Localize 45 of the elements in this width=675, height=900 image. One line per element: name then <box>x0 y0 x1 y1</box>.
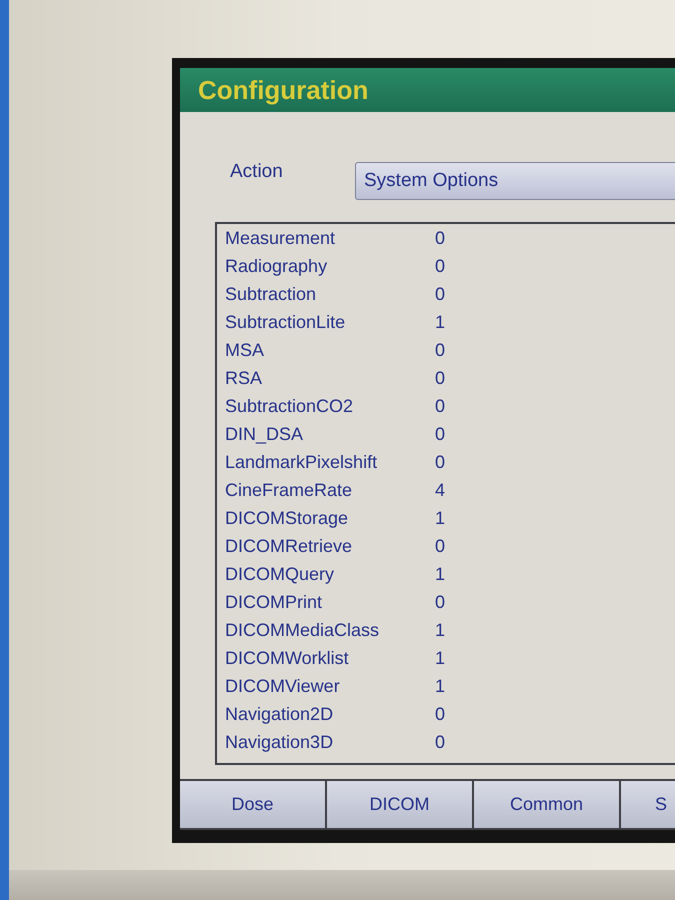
option-name: DIN_DSA <box>225 425 304 443</box>
option-name: DICOMMediaClass <box>225 621 380 639</box>
option-value: 0 <box>434 397 446 415</box>
option-value: 0 <box>434 705 446 723</box>
option-name: DICOMPrint <box>225 593 324 611</box>
option-name: DICOMQuery <box>225 565 336 583</box>
option-value: 4 <box>434 481 446 499</box>
option-name: SubtractionLite <box>225 313 346 331</box>
option-value: 0 <box>434 285 446 303</box>
option-value: 0 <box>434 257 446 275</box>
option-name: DICOMViewer <box>225 677 341 695</box>
option-name: DICOMRetrieve <box>225 537 354 555</box>
option-name: DICOMWorklist <box>225 649 350 667</box>
option-value: 1 <box>434 509 446 527</box>
option-name: Radiography <box>225 257 328 275</box>
footer-tab-button[interactable]: DICOM <box>327 781 472 828</box>
option-value: 1 <box>434 313 446 331</box>
option-name: SubtractionCO2 <box>225 397 354 415</box>
action-dropdown[interactable]: System Options <box>355 162 675 200</box>
option-name: DICOMStorage <box>225 509 350 527</box>
option-value: 0 <box>434 369 446 387</box>
option-name: CineFrameRate <box>225 481 354 499</box>
option-value: 1 <box>434 677 446 695</box>
footer-tab-button[interactable]: S <box>621 781 675 828</box>
footer-tab-button[interactable]: Common <box>474 781 619 828</box>
option-value: 1 <box>434 565 446 583</box>
option-value: 0 <box>434 229 446 247</box>
option-name: MSA <box>225 341 266 359</box>
option-value: 1 <box>434 621 446 639</box>
option-name: RSA <box>225 369 264 387</box>
option-name: Subtraction <box>225 285 318 303</box>
option-name: Navigation3D <box>225 733 334 751</box>
action-label: Action <box>230 160 284 184</box>
option-value: 0 <box>434 537 446 555</box>
option-value: 0 <box>434 341 446 359</box>
option-name: LandmarkPixelshift <box>225 453 378 471</box>
option-value: 0 <box>434 593 446 611</box>
option-value: 0 <box>434 453 446 471</box>
option-name: Measurement <box>225 229 336 247</box>
option-value: 0 <box>434 425 446 443</box>
footer-tab-button[interactable]: Dose <box>180 781 325 828</box>
option-name: Navigation2D <box>225 705 334 723</box>
window-title: Configuration <box>198 77 368 103</box>
option-value: 0 <box>434 733 446 751</box>
option-value: 1 <box>434 649 446 667</box>
